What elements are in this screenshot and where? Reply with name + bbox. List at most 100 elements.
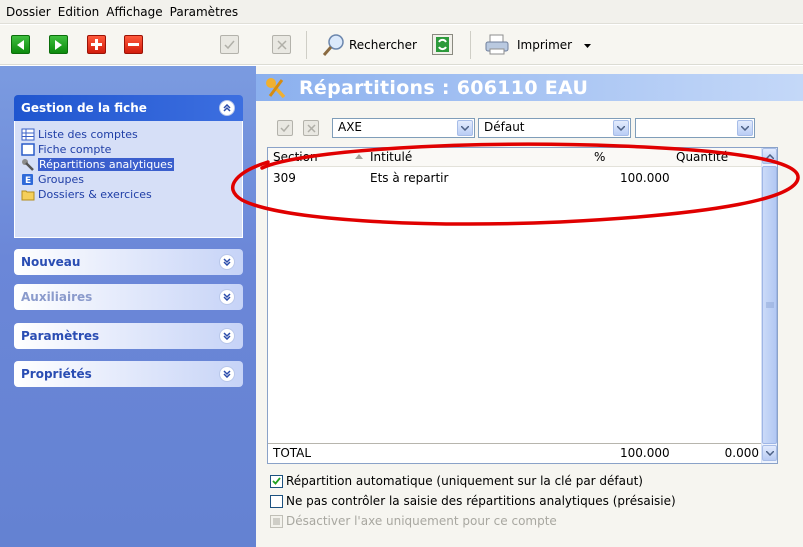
folder-icon [21,190,35,201]
total-label: TOTAL [273,446,312,460]
delete-button[interactable] [124,35,143,54]
option-label: Ne pas contrôler la saisie des répartiti… [286,494,676,508]
checkbox-disabled [270,514,283,528]
section-parametres[interactable]: Paramètres [14,323,243,349]
toolbar: Rechercher Imprimer [0,25,803,65]
table-row[interactable]: 309 Ets à repartir 100.000 [268,169,762,187]
panel-header-gestion[interactable]: Gestion de la fiche [14,95,243,121]
repartitions-grid[interactable]: Section Intitulé % Quantité 309 Ets à re… [267,147,778,464]
validate-filter-button[interactable] [277,120,293,136]
axe-select[interactable]: AXE [332,118,475,138]
option-label: Désactiver l'axe uniquement pour ce comp… [286,514,557,528]
section-label: Paramètres [21,329,100,343]
magnifier-icon[interactable] [322,33,346,57]
task-fiche-compte[interactable]: Fiche compte [21,142,242,157]
task-groupes[interactable]: E Groupes [21,172,242,187]
scrollbar-thumb[interactable] [762,166,777,444]
refresh-icon [436,37,449,52]
menu-dossier[interactable]: Dossier [6,5,51,19]
checkbox-unchecked[interactable] [270,494,283,508]
collapse-icon[interactable] [219,100,235,116]
expand-icon[interactable] [219,366,235,382]
title-bar: Répartitions : 606110 EAU [256,74,803,101]
total-quantite: 0.000 [724,446,759,460]
task-pane: Gestion de la fiche Liste des comptes Fi… [0,66,256,547]
cell-percent: 100.000 [620,171,670,185]
chevron-down-icon[interactable] [737,120,753,136]
page-title: Répartitions : 606110 EAU [299,76,589,99]
checkmark-icon [224,40,235,49]
checkbox-checked[interactable] [270,474,283,488]
cross-icon [306,123,316,133]
section-auxiliaires[interactable]: Auxiliaires [14,284,243,310]
chevron-down-icon[interactable] [457,120,473,136]
task-label: Répartitions analytiques [38,158,174,171]
plus-icon [91,39,102,50]
arrow-right-icon [55,39,62,50]
menu-edition[interactable]: Edition [58,5,100,19]
expand-icon[interactable] [219,254,235,270]
checkmark-icon [272,477,281,485]
svg-text:E: E [25,176,31,186]
scroll-up-arrow-icon[interactable] [762,148,777,164]
refresh-button[interactable] [432,34,453,55]
scroll-down-arrow-icon[interactable] [762,445,777,461]
toolbar-separator [470,31,471,59]
printer-icon[interactable] [485,34,510,56]
cross-icon [276,39,287,50]
option-repartition-auto[interactable]: Répartition automatique (uniquement sur … [270,471,676,491]
validate-button[interactable] [220,35,239,54]
menu-affichage[interactable]: Affichage [106,5,162,19]
main-panel: Répartitions : 606110 EAU AXE Défaut Sec… [256,66,803,547]
task-label: Liste des comptes [38,128,138,141]
column-header-percent[interactable]: % [594,150,605,164]
previous-button[interactable] [11,35,30,54]
task-label: Dossiers & exercices [38,188,152,201]
total-percent: 100.000 [620,446,670,460]
next-button[interactable] [49,35,68,54]
tools-icon [266,78,286,99]
option-label: Répartition automatique (uniquement sur … [286,474,643,488]
search-button[interactable]: Rechercher [349,38,417,52]
cell-intitule: Ets à repartir [370,171,449,185]
menu-bar: Dossier Edition Affichage Paramètres [0,0,803,24]
dropdown-arrow-icon[interactable] [584,44,591,48]
tools-icon [22,159,34,171]
checkmark-icon [280,124,290,132]
minus-icon [128,43,139,46]
column-header-quantite[interactable]: Quantité [676,150,728,164]
groups-icon: E [22,174,33,186]
chevron-down-icon[interactable] [613,120,629,136]
option-ne-pas-controler[interactable]: Ne pas contrôler la saisie des répartiti… [270,491,676,511]
print-button[interactable]: Imprimer [517,38,572,52]
account-card-icon [21,143,35,156]
extra-select[interactable] [635,118,755,138]
task-repartitions[interactable]: Répartitions analytiques [21,157,242,172]
arrow-left-icon [17,39,24,50]
filter-row: AXE Défaut [256,118,803,138]
sort-ascending-icon [355,154,363,159]
column-header-intitule[interactable]: Intitulé [370,150,412,164]
axe-value: AXE [338,120,363,134]
menu-parametres[interactable]: Paramètres [170,5,238,19]
expand-icon[interactable] [219,289,235,305]
panel-body-gestion: Liste des comptes Fiche compte Répartiti… [14,121,243,238]
section-label: Propriétés [21,367,92,381]
total-row: TOTAL 100.000 0.000 [268,443,762,463]
task-dossiers[interactable]: Dossiers & exercices [21,187,242,202]
add-button[interactable] [87,35,106,54]
section-nouveau[interactable]: Nouveau [14,249,243,275]
task-label: Groupes [38,173,84,186]
cancel-button[interactable] [272,35,291,54]
clear-filter-button[interactable] [303,120,319,136]
key-select[interactable]: Défaut [478,118,631,138]
option-desactiver-axe: Désactiver l'axe uniquement pour ce comp… [270,511,676,531]
column-header-section[interactable]: Section [273,150,318,164]
expand-icon[interactable] [219,328,235,344]
section-proprietes[interactable]: Propriétés [14,361,243,387]
cell-section: 309 [273,171,296,185]
task-liste-comptes[interactable]: Liste des comptes [21,127,242,142]
grid-header: Section Intitulé % Quantité [268,148,762,167]
vertical-scrollbar[interactable] [761,148,777,463]
key-value: Défaut [484,120,525,134]
